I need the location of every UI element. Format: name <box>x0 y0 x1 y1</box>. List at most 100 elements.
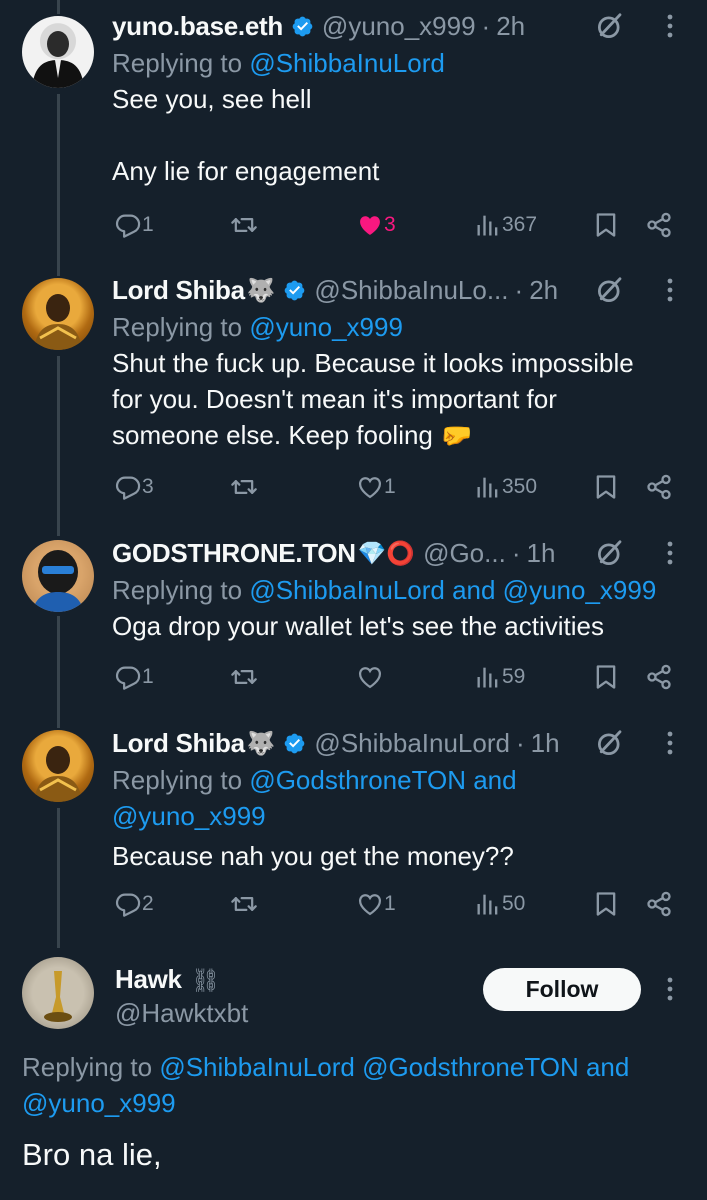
tweet-text: See you, see hell Any lie for engagement <box>112 81 707 189</box>
like-icon <box>356 473 384 501</box>
views-icon <box>474 663 502 691</box>
bookmark-icon <box>592 663 620 691</box>
like-count: 3 <box>384 213 396 236</box>
verified-badge-icon <box>283 279 306 302</box>
reply-button[interactable]: 3 <box>114 473 154 501</box>
tweet-text: Shut the fuck up. Because it looks impos… <box>112 345 707 453</box>
tweet[interactable]: Lord Shiba 🐺 @ShibbaInuLord · 1h Replying… <box>112 726 707 874</box>
views-button[interactable]: 367 <box>474 211 537 239</box>
replying-to: Replying to @GodsthroneTON and @yuno_x99… <box>112 762 707 834</box>
timestamp[interactable]: 1h <box>531 728 560 759</box>
mention-link[interactable]: @ShibbaInuLord <box>249 48 445 78</box>
text-line: Because nah you get the money?? <box>112 841 514 871</box>
timestamp[interactable]: 2h <box>496 11 525 42</box>
text-line: someone else. Keep fooling 🤛 <box>112 420 473 450</box>
like-button[interactable] <box>356 663 384 691</box>
view-count: 59 <box>502 665 526 688</box>
share-icon <box>645 890 673 918</box>
display-name[interactable]: Lord Shiba <box>112 728 245 759</box>
bookmark-icon <box>592 890 620 918</box>
timestamp[interactable]: 2h <box>529 275 558 306</box>
retweet-button[interactable] <box>230 890 258 918</box>
mention-link[interactable]: @GodsthroneTON and <box>249 765 516 795</box>
mention-link[interactable]: @ShibbaInuLord and @yuno_x999 <box>249 575 656 605</box>
retweet-button[interactable] <box>230 211 258 239</box>
avatar[interactable] <box>22 730 94 802</box>
name-emoji: 🐺 <box>246 729 276 756</box>
like-button[interactable]: 1 <box>356 890 396 918</box>
handle[interactable]: @ShibbaInuLord <box>314 728 510 759</box>
text-line: for you. Doesn't mean it's important for <box>112 384 557 414</box>
retweet-button[interactable] <box>230 663 258 691</box>
retweet-button[interactable] <box>230 473 258 501</box>
mention-link[interactable]: @yuno_x999 <box>22 1085 629 1121</box>
tweet-actions: 2 1 50 <box>112 890 707 922</box>
share-button[interactable] <box>645 211 673 239</box>
like-button[interactable]: 1 <box>356 473 396 501</box>
avatar[interactable] <box>22 540 94 612</box>
bookmark-button[interactable] <box>592 663 620 691</box>
text-line: See you, see hell <box>112 84 312 114</box>
handle[interactable]: @yuno_x999 <box>322 11 476 42</box>
thread-line <box>57 616 60 728</box>
verified-badge-icon <box>283 732 306 755</box>
bookmark-button[interactable] <box>592 473 620 501</box>
like-icon <box>356 890 384 918</box>
share-button[interactable] <box>645 663 673 691</box>
separator-dot: · <box>514 274 524 305</box>
share-button[interactable] <box>645 473 673 501</box>
grok-icon[interactable] <box>595 728 625 758</box>
more-icon[interactable] <box>667 277 673 303</box>
reply-count: 2 <box>142 892 154 915</box>
handle[interactable]: @Hawktxbt <box>115 996 248 1030</box>
handle[interactable]: @Go... <box>423 538 506 569</box>
retweet-icon <box>230 663 258 691</box>
bookmark-button[interactable] <box>592 890 620 918</box>
reply-button[interactable]: 1 <box>114 211 154 239</box>
avatar[interactable] <box>22 16 94 88</box>
reply-icon <box>114 890 142 918</box>
name-emoji: 💎⭕ <box>357 539 416 566</box>
more-icon[interactable] <box>667 730 673 756</box>
mention-link[interactable]: @ShibbaInuLord @GodsthroneTON and <box>159 1052 629 1082</box>
mention-link[interactable]: @yuno_x999 <box>249 312 403 342</box>
bookmark-icon <box>592 473 620 501</box>
tweet[interactable]: Lord Shiba 🐺 @ShibbaInuLo... · 2h Replyin… <box>112 273 707 453</box>
reply-button[interactable]: 2 <box>114 890 154 918</box>
timestamp[interactable]: 1h <box>526 538 555 569</box>
tweet-text: Oga drop your wallet let's see the activ… <box>112 608 707 644</box>
more-icon[interactable] <box>667 540 673 566</box>
follow-button[interactable]: Follow <box>483 968 641 1011</box>
grok-icon[interactable] <box>595 538 625 568</box>
views-button[interactable]: 59 <box>474 663 525 691</box>
like-button[interactable]: 3 <box>356 211 396 239</box>
tweet[interactable]: yuno.base.eth @yuno_x999 · 2h Replying t… <box>112 9 707 189</box>
tweet-text: Because nah you get the money?? <box>112 838 707 874</box>
views-button[interactable]: 50 <box>474 890 525 918</box>
share-icon <box>645 663 673 691</box>
more-icon[interactable] <box>667 13 673 39</box>
avatar[interactable] <box>22 278 94 350</box>
mention-link[interactable]: @yuno_x999 <box>112 798 707 834</box>
avatar[interactable] <box>22 957 94 1029</box>
reply-button[interactable]: 1 <box>114 663 154 691</box>
more-icon[interactable] <box>667 976 673 1002</box>
grok-icon[interactable] <box>595 11 625 41</box>
grok-icon[interactable] <box>595 275 625 305</box>
views-button[interactable]: 350 <box>474 473 537 501</box>
handle[interactable]: @ShibbaInuLo... <box>314 275 508 306</box>
share-button[interactable] <box>645 890 673 918</box>
thread-line <box>57 808 60 948</box>
bookmark-button[interactable] <box>592 211 620 239</box>
display-name[interactable]: yuno.base.eth <box>112 11 283 42</box>
views-icon <box>474 890 502 918</box>
replying-prefix: Replying to <box>112 765 250 795</box>
display-name[interactable]: Hawk <box>115 964 182 994</box>
separator-dot: · <box>511 537 521 568</box>
text-line <box>112 117 707 153</box>
retweet-icon <box>230 473 258 501</box>
like-icon <box>356 211 384 239</box>
tweet[interactable]: GODSTHRONE.TON 💎⭕ @Go... · 1h Replying to… <box>112 536 707 644</box>
display-name[interactable]: GODSTHRONE.TON <box>112 538 356 569</box>
display-name[interactable]: Lord Shiba <box>112 275 245 306</box>
